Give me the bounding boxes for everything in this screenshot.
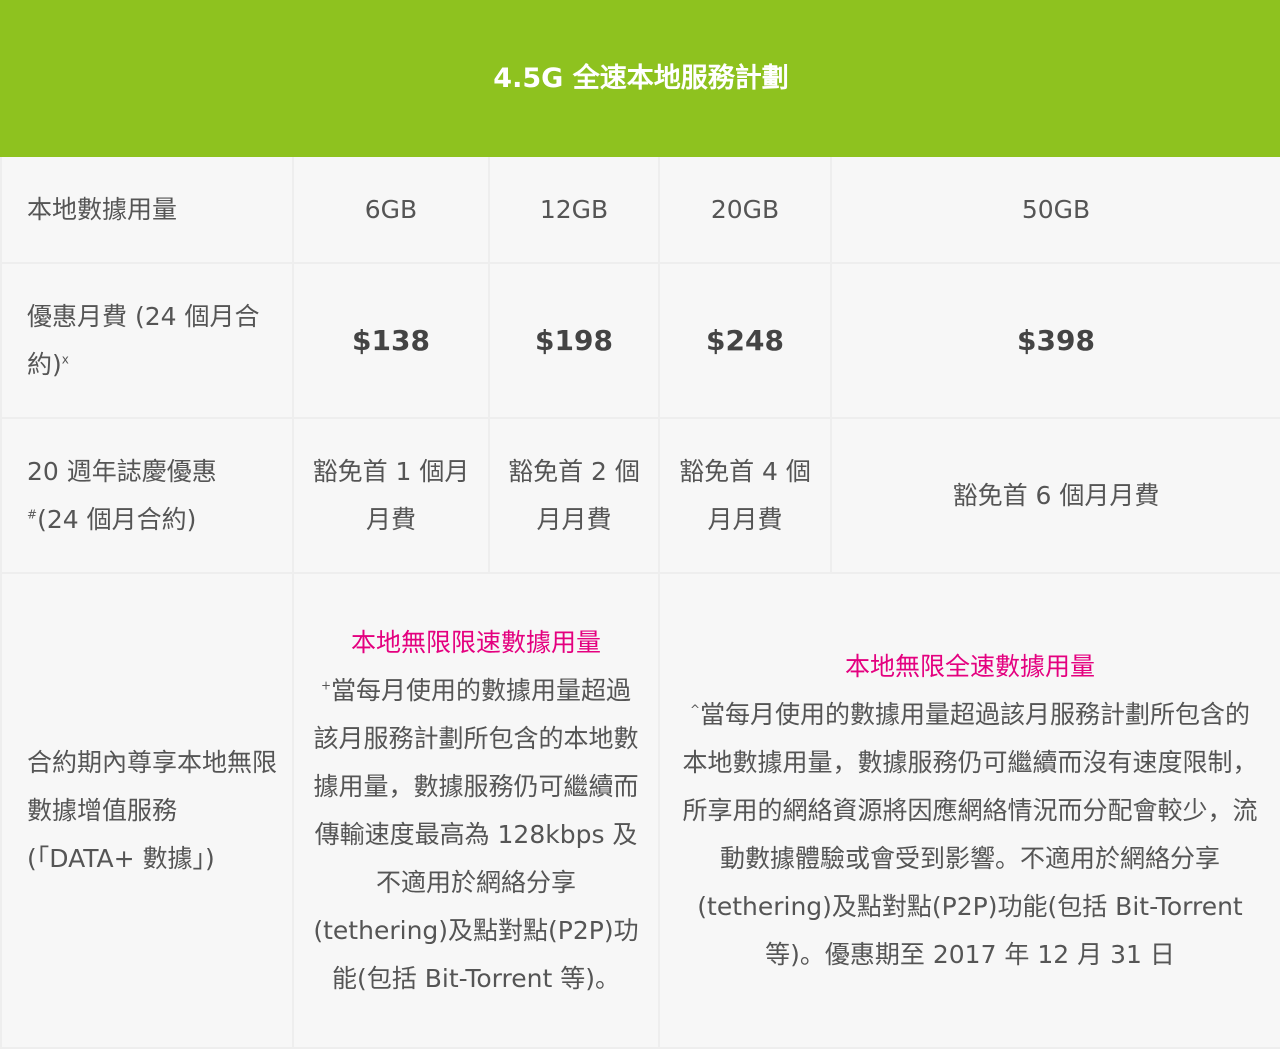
limited-speed-cell: 本地無限限速數據用量 +當每月使用的數據用量超過該月服務計劃所包含的本地數據用量… (292, 572, 660, 1049)
anniversary-label: 20 週年誌慶優惠 #(24 個月合約) (0, 417, 294, 574)
plan-title: 4.5G 全速本地服務計劃 (0, 0, 1280, 157)
limited-speed-footnote-mark: + (320, 678, 332, 693)
anniversary-label-line2: (24 個月合約) (37, 504, 197, 534)
data-usage-value: 20GB (658, 155, 832, 264)
monthly-fee-row: 優惠月費 (24 個月合約)x $138 $198 $248 $398 (0, 262, 1280, 419)
limited-speed-title: 本地無限限速數據用量 (350, 627, 601, 657)
data-usage-value: 50GB (830, 155, 1280, 264)
monthly-fee-label: 優惠月費 (24 個月合約)x (0, 262, 294, 419)
anniversary-row: 20 週年誌慶優惠 #(24 個月合約) 豁免首 1 個月月費 豁免首 2 個月月… (0, 417, 1280, 574)
header-row: 4.5G 全速本地服務計劃 (0, 0, 1280, 157)
plan-table: 4.5G 全速本地服務計劃 本地數據用量 6GB 12GB 20GB 50GB … (0, 0, 1280, 1049)
anniversary-value: 豁免首 4 個月月費 (658, 417, 832, 574)
anniversary-footnote-mark: # (27, 507, 38, 522)
full-speed-description: 當每月使用的數據用量超過該月服務計劃所包含的本地數據用量，數據服務仍可繼續而沒有… (682, 699, 1258, 969)
full-speed-cell: 本地無限全速數據用量 ^當每月使用的數據用量超過該月服務計劃所包含的本地數據用量… (658, 572, 1280, 1049)
monthly-fee-value: $138 (292, 262, 490, 419)
monthly-fee-footnote-mark: x (61, 352, 69, 367)
anniversary-value: 豁免首 2 個月月費 (488, 417, 660, 574)
monthly-fee-label-text: 優惠月費 (24 個月合約) (27, 301, 260, 379)
data-usage-label: 本地數據用量 (0, 155, 294, 264)
unlimited-data-row: 合約期內尊享本地無限數據增值服務 (「DATA+ 數據」) 本地無限限速數據用量… (0, 572, 1280, 1049)
anniversary-value: 豁免首 1 個月月費 (292, 417, 490, 574)
data-usage-value: 6GB (292, 155, 490, 264)
full-speed-title: 本地無限全速數據用量 (844, 651, 1095, 681)
data-usage-row: 本地數據用量 6GB 12GB 20GB 50GB (0, 155, 1280, 264)
full-speed-footnote-mark: ^ (689, 702, 701, 717)
anniversary-label-line1: 20 週年誌慶優惠 (27, 456, 217, 486)
monthly-fee-value: $398 (830, 262, 1280, 419)
data-usage-value: 12GB (488, 155, 660, 264)
limited-speed-description: 當每月使用的數據用量超過該月服務計劃所包含的本地數據用量，數據服務仍可繼續而傳輸… (313, 675, 639, 993)
monthly-fee-value: $248 (658, 262, 832, 419)
anniversary-value: 豁免首 6 個月月費 (830, 417, 1280, 574)
unlimited-data-label: 合約期內尊享本地無限數據增值服務 (「DATA+ 數據」) (0, 572, 294, 1049)
monthly-fee-value: $198 (488, 262, 660, 419)
